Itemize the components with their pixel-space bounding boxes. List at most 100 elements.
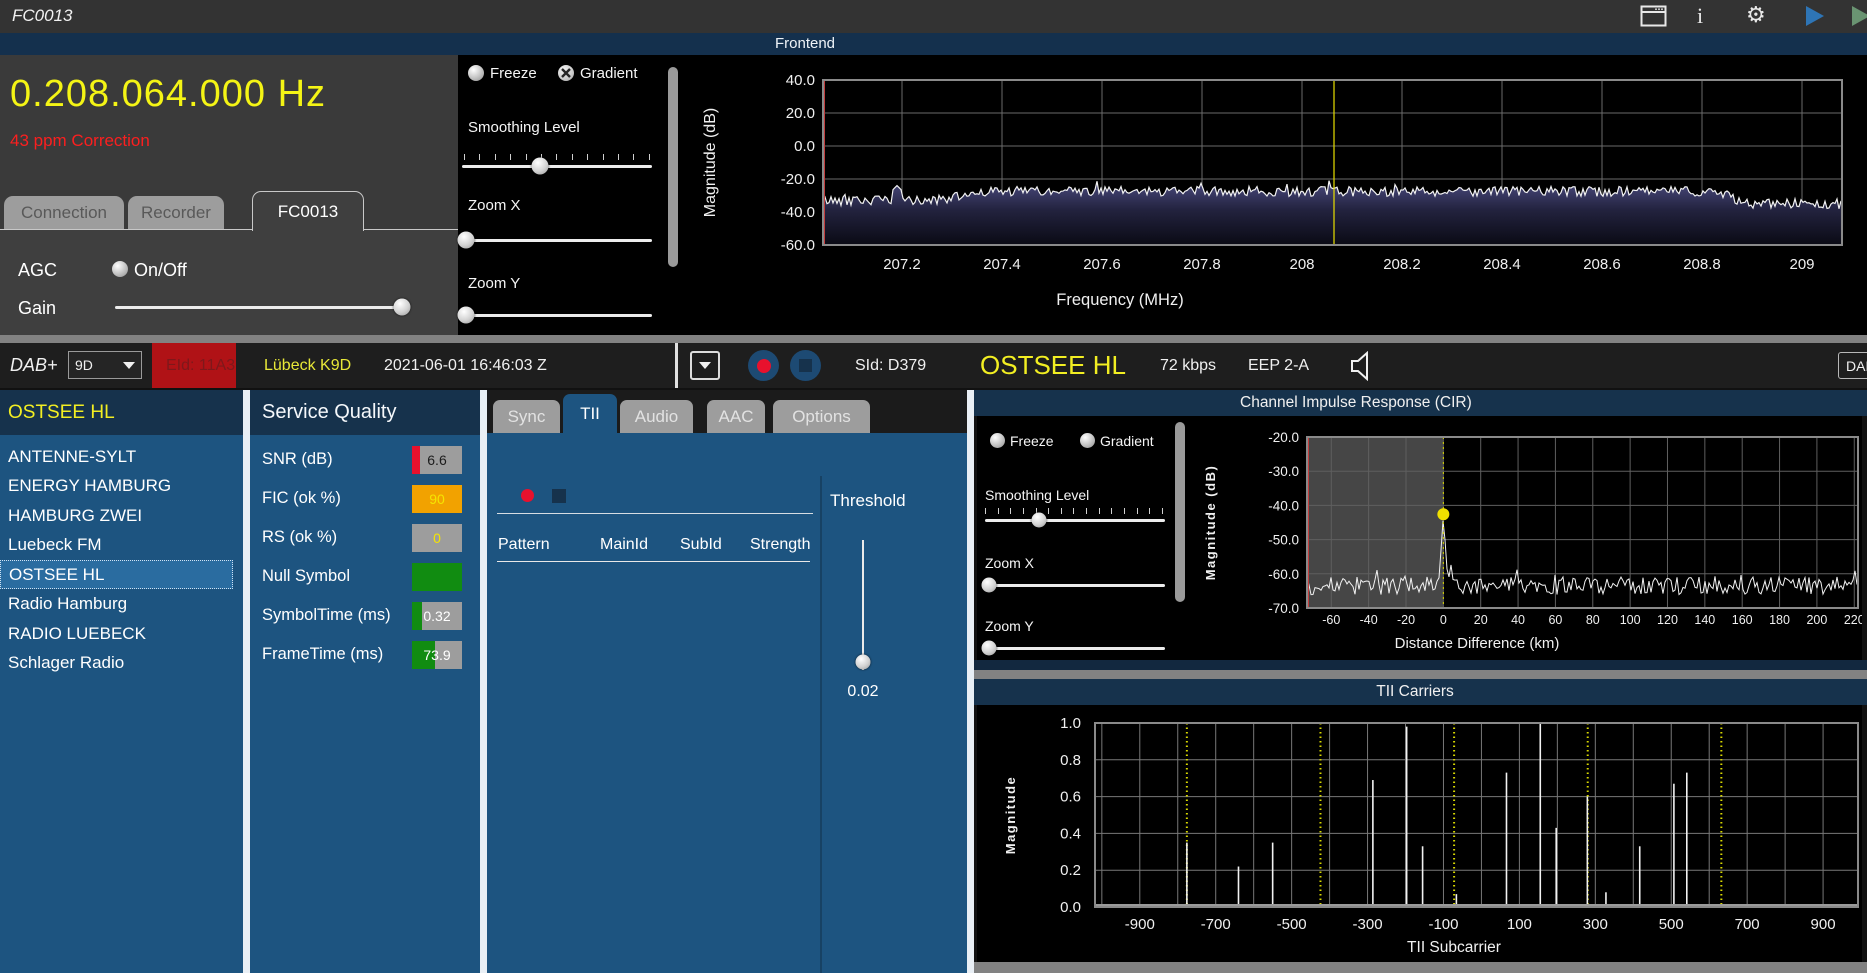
detail-tab-audio[interactable]: Audio (620, 400, 693, 433)
play-icon[interactable] (1806, 6, 1824, 26)
station-item[interactable]: Luebeck FM (0, 531, 243, 560)
detail-tab-tii[interactable]: TII (563, 394, 617, 433)
svg-text:0.0: 0.0 (1060, 899, 1081, 916)
smoothing-slider-knob[interactable] (531, 157, 549, 175)
quality-value-cell: 6.6 (412, 446, 462, 474)
channel-dropdown[interactable]: 9D (68, 351, 142, 379)
svg-text:208: 208 (1289, 256, 1314, 273)
application-window: FC0013 i ⚙ Frontend 0.208.064.000 Hz 43 … (0, 0, 1867, 973)
stop-icon (799, 359, 812, 372)
table-header-pattern[interactable]: Pattern (498, 536, 550, 554)
tuner-tab-recorder[interactable]: Recorder (128, 196, 224, 229)
panel-separator[interactable] (243, 390, 250, 973)
svg-text:-20.0: -20.0 (781, 171, 815, 188)
station-item[interactable]: HAMBURG ZWEI (0, 501, 243, 530)
service-name: OSTSEE HL (980, 350, 1126, 380)
frontend-scrollbar[interactable] (668, 67, 678, 267)
threshold-slider-knob[interactable] (855, 654, 871, 670)
record-button[interactable] (748, 350, 779, 381)
quality-value-cell: 0 (412, 524, 462, 552)
agc-radio[interactable] (112, 261, 128, 277)
station-item[interactable]: Radio Hamburg (0, 590, 243, 619)
svg-text:20.0: 20.0 (786, 105, 815, 122)
panel-separator[interactable] (967, 390, 974, 973)
quality-label: SymbolTime (ms) (262, 606, 391, 624)
dab-mode-label: DAB+ (10, 355, 58, 375)
quality-label: SNR (dB) (262, 450, 333, 468)
bottom-scrollbar[interactable] (974, 962, 1867, 973)
threshold-slider[interactable] (862, 540, 864, 670)
quality-value: 90 (429, 491, 445, 507)
ensemble-id-badge: EId: 11A3 (152, 343, 236, 388)
svg-text:200: 200 (1806, 613, 1827, 627)
info-icon[interactable]: i (1697, 3, 1703, 29)
quality-value-cell: 73.9 (412, 641, 462, 669)
horizontal-splitter[interactable] (974, 670, 1867, 679)
detail-tab-sync[interactable]: Sync (493, 400, 560, 433)
svg-text:80: 80 (1586, 613, 1600, 627)
record-icon (756, 358, 771, 373)
zoom-y-slider[interactable] (462, 314, 652, 317)
horizontal-splitter[interactable] (0, 335, 1867, 343)
settings-icon[interactable]: ⚙ (1746, 2, 1766, 28)
tii-chart[interactable]: 0.0 0.2 0.4 0.6 0.8 1.0 -900 -700 -500 -300 -100 10… (977, 705, 1862, 962)
quality-value: 73.9 (423, 647, 451, 663)
quality-value (412, 563, 462, 591)
quality-label: FIC (ok %) (262, 489, 341, 507)
station-item[interactable]: ANTENNE-SYLT (0, 442, 243, 471)
table-header-mainid[interactable]: MainId (600, 536, 648, 554)
quality-value-cell: 0.32 (412, 602, 462, 630)
svg-text:140: 140 (1694, 613, 1715, 627)
window-title: FC0013 (12, 6, 73, 25)
cir-header: Channel Impulse Response (CIR) (974, 390, 1867, 416)
table-header-subid[interactable]: SubId (680, 536, 722, 554)
green-play-icon[interactable] (1852, 6, 1867, 26)
speaker-icon[interactable] (1350, 343, 1376, 388)
ppm-correction: 43 ppm Correction (10, 131, 150, 150)
svg-text:207.6: 207.6 (1083, 256, 1121, 273)
svg-text:900: 900 (1811, 916, 1836, 933)
agc-label: AGC (18, 260, 58, 280)
gradient-radio-checked[interactable] (558, 65, 574, 81)
gain-slider-knob[interactable] (393, 298, 411, 316)
svg-text:207.2: 207.2 (883, 256, 921, 273)
smoothing-slider[interactable] (462, 165, 652, 168)
freeze-radio[interactable] (468, 65, 484, 81)
quality-label: Null Symbol (262, 567, 351, 585)
quality-value-cell: 90 (412, 485, 462, 513)
separator-line (497, 513, 813, 514)
table-header-strength[interactable]: Strength (750, 536, 810, 554)
spectrum-chart[interactable]: 40.0 20.0 0.0 -20.0 -40.0 -60.0 207.2 207.4 207.… (695, 55, 1867, 335)
detail-tab-options[interactable]: Options (773, 400, 870, 433)
separator (675, 343, 678, 388)
svg-text:TII Subcarrier: TII Subcarrier (1407, 939, 1501, 956)
panel-separator[interactable] (480, 390, 487, 973)
quality-value: 0 (433, 530, 441, 546)
svg-text:-900: -900 (1125, 916, 1155, 933)
tuner-tab-fc0013[interactable]: FC0013 (252, 191, 364, 231)
gain-label: Gain (18, 298, 57, 318)
svg-text:100: 100 (1507, 916, 1532, 933)
svg-text:0.4: 0.4 (1060, 825, 1081, 842)
station-item[interactable]: OSTSEE HL (0, 560, 233, 589)
svg-text:-500: -500 (1277, 916, 1307, 933)
zoom-x-slider[interactable] (462, 239, 652, 242)
gain-slider[interactable] (115, 306, 402, 309)
zoom-x-slider-knob[interactable] (457, 231, 475, 249)
cir-chart[interactable]: -20.0 -30.0 -40.0 -50.0 -60.0 -70.0 -60 -40 -20 0… (977, 416, 1862, 660)
stop-button[interactable] (790, 350, 821, 381)
expand-button[interactable] (690, 351, 720, 380)
station-item[interactable]: RADIO LUEBECK (0, 619, 243, 648)
station-item[interactable]: Schlager Radio (0, 649, 243, 678)
detail-tab-aac[interactable]: AAC (707, 400, 765, 433)
window-icon[interactable] (1640, 5, 1667, 32)
station-list-header: OSTSEE HL (0, 390, 243, 435)
threshold-value: 0.02 (847, 683, 879, 700)
tuner-tab-connection[interactable]: Connection (4, 196, 124, 229)
spectrum-chart-panel: 40.0 20.0 0.0 -20.0 -40.0 -60.0 207.2 207.4 207.… (695, 55, 1867, 335)
svg-text:-20: -20 (1397, 613, 1415, 627)
svg-text:Magnitude: Magnitude (1003, 776, 1018, 855)
zoom-y-slider-knob[interactable] (457, 306, 475, 324)
svg-text:220: 220 (1844, 613, 1862, 627)
station-item[interactable]: ENERGY HAMBURG (0, 472, 243, 501)
